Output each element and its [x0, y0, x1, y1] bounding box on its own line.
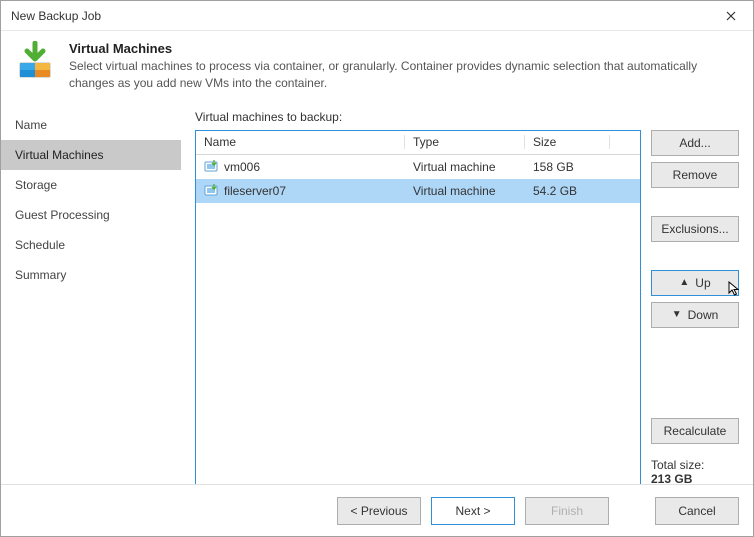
exclusions-button[interactable]: Exclusions...	[651, 216, 739, 242]
close-button[interactable]	[708, 1, 753, 31]
wizard-steps: Name Virtual Machines Storage Guest Proc…	[1, 110, 181, 476]
column-name[interactable]: Name	[196, 135, 405, 149]
vm-name: vm006	[224, 160, 260, 174]
vm-wizard-icon	[15, 41, 55, 81]
list-label: Virtual machines to backup:	[195, 110, 739, 124]
vm-icon	[204, 184, 218, 198]
cell-name: vm006	[196, 160, 405, 174]
page-title: Virtual Machines	[69, 41, 739, 56]
arrow-up-icon: ▲	[679, 277, 689, 288]
wizard-body: Name Virtual Machines Storage Guest Proc…	[1, 110, 753, 484]
table-header: Name Type Size	[196, 131, 640, 155]
recalculate-button[interactable]: Recalculate	[651, 418, 739, 444]
titlebar: New Backup Job	[1, 1, 753, 31]
wizard-header: Virtual Machines Select virtual machines…	[1, 31, 753, 110]
total-size-value: 213 GB	[651, 472, 739, 484]
down-button[interactable]: ▼ Down	[651, 302, 739, 328]
sidebar-item-guest-processing[interactable]: Guest Processing	[1, 200, 181, 230]
vm-table[interactable]: Name Type Size vm006 Virtual machine 158…	[195, 130, 641, 484]
finish-button: Finish	[525, 497, 609, 525]
up-button[interactable]: ▲ Up	[651, 270, 739, 296]
table-row[interactable]: vm006 Virtual machine 158 GB	[196, 155, 640, 179]
window-title: New Backup Job	[11, 9, 708, 23]
remove-button[interactable]: Remove	[651, 162, 739, 188]
cell-type: Virtual machine	[405, 160, 525, 174]
sidebar-item-storage[interactable]: Storage	[1, 170, 181, 200]
cell-name: fileserver07	[196, 184, 405, 198]
cancel-button[interactable]: Cancel	[655, 497, 739, 525]
up-label: Up	[695, 276, 710, 290]
previous-button[interactable]: < Previous	[337, 497, 421, 525]
close-icon	[726, 11, 736, 21]
cell-size: 158 GB	[525, 160, 610, 174]
down-label: Down	[688, 308, 719, 322]
column-size[interactable]: Size	[525, 135, 610, 149]
next-button[interactable]: Next >	[431, 497, 515, 525]
sidebar-item-virtual-machines[interactable]: Virtual Machines	[1, 140, 181, 170]
header-text: Virtual Machines Select virtual machines…	[69, 41, 739, 92]
table-row[interactable]: fileserver07 Virtual machine 54.2 GB	[196, 179, 640, 203]
wizard-footer: < Previous Next > Finish Cancel	[1, 484, 753, 536]
wizard-window: New Backup Job Virtual Machines Select v…	[0, 0, 754, 537]
vm-name: fileserver07	[224, 184, 286, 198]
side-buttons: Add... Remove Exclusions... ▲ Up ▼ Down …	[651, 130, 739, 484]
total-size: Total size: 213 GB	[651, 458, 739, 484]
add-button[interactable]: Add...	[651, 130, 739, 156]
arrow-down-icon: ▼	[672, 309, 682, 320]
sidebar-item-summary[interactable]: Summary	[1, 260, 181, 290]
vm-icon	[204, 160, 218, 174]
sidebar-item-schedule[interactable]: Schedule	[1, 230, 181, 260]
sidebar-item-name[interactable]: Name	[1, 110, 181, 140]
page-description: Select virtual machines to process via c…	[69, 58, 739, 92]
total-size-label: Total size:	[651, 458, 739, 472]
content-row: Name Type Size vm006 Virtual machine 158…	[195, 130, 739, 484]
cell-size: 54.2 GB	[525, 184, 610, 198]
cell-type: Virtual machine	[405, 184, 525, 198]
main-panel: Virtual machines to backup: Name Type Si…	[181, 110, 739, 476]
column-type[interactable]: Type	[405, 135, 525, 149]
